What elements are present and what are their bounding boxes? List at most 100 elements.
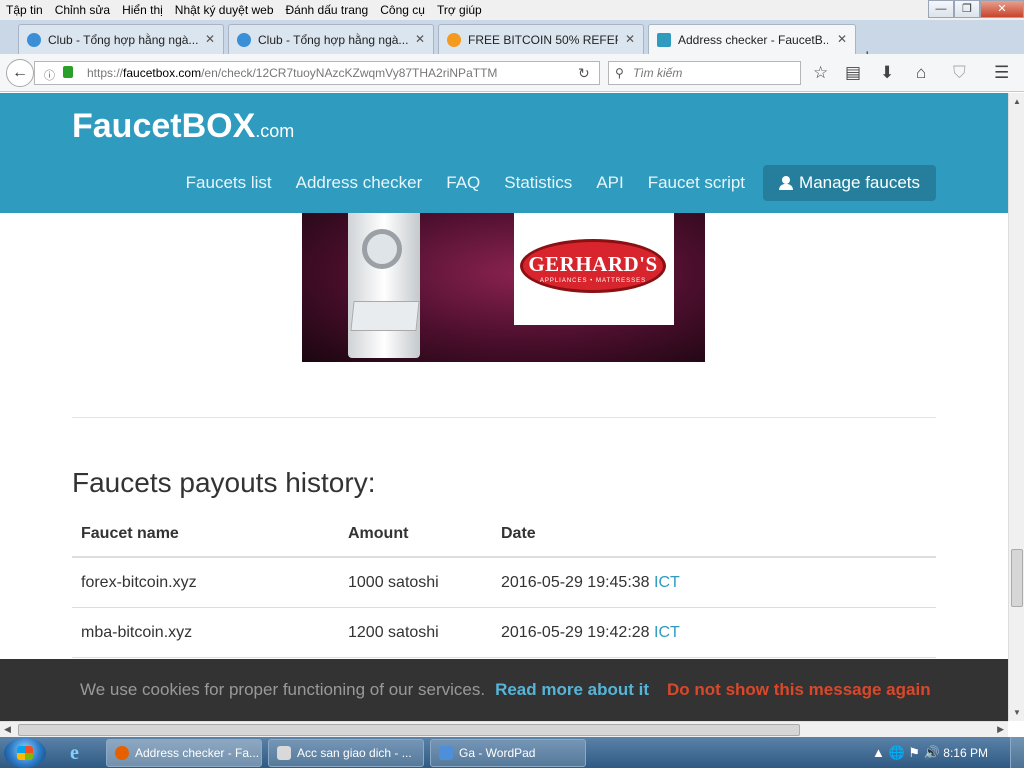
taskbar-item-firefox[interactable]: Address checker - Fa... bbox=[106, 739, 262, 767]
bitcoin-icon bbox=[447, 32, 461, 47]
web-page: FaucetBOX.com Faucets list Address check… bbox=[0, 93, 1008, 659]
shield-icon[interactable]: ⛉ bbox=[953, 63, 966, 83]
cell-date: 2016-05-29 19:45:38 ICT bbox=[501, 574, 680, 592]
vertical-scroll-thumb[interactable] bbox=[1011, 549, 1023, 607]
cookie-read-more-link[interactable]: Read more about it bbox=[495, 680, 649, 700]
ad-brand: GERHARD'S bbox=[528, 252, 658, 276]
menu-hamburger-icon[interactable]: ☰ bbox=[994, 63, 1009, 83]
taskbar-item-wordpad[interactable]: Ga - WordPad bbox=[430, 739, 586, 767]
ad-tagline: APPLIANCES • MATTRESSES bbox=[539, 278, 647, 284]
tab-label: Club - Tổng hợp hằng ngà... bbox=[258, 32, 408, 47]
table-row: mba-bitcoin.xyz 1200 satoshi 2016-05-29 … bbox=[72, 608, 936, 658]
timezone-link[interactable]: ICT bbox=[654, 624, 680, 641]
url-bar[interactable]: https://faucetbox.com/en/check/12CR7tuoy… bbox=[34, 61, 600, 85]
scroll-left-icon[interactable]: ◀ bbox=[4, 724, 11, 735]
back-icon[interactable]: ← bbox=[6, 59, 34, 87]
menu-tools[interactable]: Công cụ bbox=[380, 3, 425, 17]
cookie-message: We use cookies for proper functioning of… bbox=[80, 680, 486, 699]
nav-statistics[interactable]: Statistics bbox=[504, 173, 572, 193]
reload-icon[interactable]: ↻ bbox=[578, 65, 590, 82]
internet-explorer-icon[interactable]: e bbox=[70, 742, 79, 765]
header-amount: Amount bbox=[348, 525, 409, 542]
info-icon[interactable]: ⓘ bbox=[44, 67, 55, 83]
download-icon[interactable]: ⬇ bbox=[880, 63, 894, 83]
scroll-up-icon[interactable]: ▲ bbox=[1013, 97, 1021, 106]
tray-icons: ▲ 🌐 ⚑ 🔊 bbox=[872, 745, 940, 761]
scroll-down-icon[interactable]: ▼ bbox=[1013, 708, 1021, 717]
nav-api[interactable]: API bbox=[596, 173, 623, 193]
nav-faucet-script[interactable]: Faucet script bbox=[648, 173, 745, 193]
manage-faucets-button[interactable]: Manage faucets bbox=[763, 165, 936, 201]
nav-faq[interactable]: FAQ bbox=[446, 173, 480, 193]
cookie-dismiss-link[interactable]: Do not show this message again bbox=[667, 680, 931, 700]
close-window-button[interactable]: ✕ bbox=[980, 0, 1024, 18]
tab-address-checker[interactable]: Address checker - FaucetB... ✕ bbox=[648, 24, 856, 54]
tab-close-icon[interactable]: ✕ bbox=[415, 32, 425, 46]
tab-club-2[interactable]: Club - Tổng hợp hằng ngà... ✕ bbox=[228, 24, 434, 54]
action-center-icon[interactable]: ⚑ bbox=[908, 745, 920, 760]
minimize-button[interactable]: — bbox=[928, 0, 954, 18]
wordpad-icon bbox=[439, 746, 453, 760]
tab-free-bitcoin[interactable]: FREE BITCOIN 50% REFERR... ✕ bbox=[438, 24, 644, 54]
logo-suffix: .com bbox=[255, 121, 295, 141]
bookmark-star-icon[interactable]: ☆ bbox=[813, 63, 828, 83]
network-status-icon[interactable]: 🌐 bbox=[889, 745, 905, 760]
tab-close-icon[interactable]: ✕ bbox=[837, 32, 847, 46]
restore-button[interactable]: ❐ bbox=[954, 0, 980, 18]
table-header: Faucet name Amount Date bbox=[72, 513, 936, 558]
date-value: 2016-05-29 19:42:28 bbox=[501, 624, 650, 641]
menu-history[interactable]: Nhật ký duyệt web bbox=[175, 3, 274, 17]
cell-amount: 1200 satoshi bbox=[348, 624, 439, 641]
advertisement-banner[interactable]: GERHARD'S APPLIANCES • MATTRESSES bbox=[302, 213, 705, 362]
taskbar-item-label: Ga - WordPad bbox=[459, 746, 536, 760]
taskbar: e Address checker - Fa... Acc san giao d… bbox=[0, 737, 1024, 768]
divider bbox=[72, 417, 936, 418]
lock-icon[interactable] bbox=[63, 66, 73, 78]
system-tray: ▲ 🌐 ⚑ 🔊 8:16 PM bbox=[824, 737, 1024, 768]
notepad-icon bbox=[277, 746, 291, 760]
table-row: forex-bitcoin.xyz 1000 satoshi 2016-05-2… bbox=[72, 558, 936, 608]
search-placeholder: Tìm kiếm bbox=[633, 66, 683, 80]
tab-label: FREE BITCOIN 50% REFERR... bbox=[468, 32, 618, 47]
tab-close-icon[interactable]: ✕ bbox=[625, 32, 635, 46]
cookie-banner: We use cookies for proper functioning of… bbox=[0, 659, 1008, 721]
horizontal-scroll-thumb[interactable] bbox=[18, 724, 800, 736]
nav-address-checker[interactable]: Address checker bbox=[296, 173, 423, 193]
site-favicon-icon bbox=[237, 32, 251, 47]
vertical-scrollbar[interactable]: ▲ ▼ bbox=[1008, 93, 1024, 721]
scroll-right-icon[interactable]: ▶ bbox=[997, 724, 1004, 735]
start-button[interactable] bbox=[4, 738, 46, 768]
menu-file[interactable]: Tập tin bbox=[6, 3, 43, 17]
url-path: /en/check/12CR7tuoyNAzcKZwqmVy87THA2riNP… bbox=[201, 66, 498, 80]
search-input[interactable]: ⚲ Tìm kiếm bbox=[608, 61, 801, 85]
home-icon[interactable]: ⌂ bbox=[916, 63, 926, 83]
user-icon bbox=[779, 176, 794, 190]
show-desktop-button[interactable] bbox=[1010, 737, 1024, 768]
washer-image bbox=[348, 213, 420, 358]
url-domain: faucetbox.com bbox=[123, 66, 202, 80]
nav-faucets-list[interactable]: Faucets list bbox=[186, 173, 272, 193]
tab-label: Club - Tổng hợp hằng ngà... bbox=[48, 32, 198, 47]
menu-view[interactable]: Hiển thị bbox=[122, 3, 163, 17]
menu-help[interactable]: Trợ giúp bbox=[437, 3, 482, 17]
volume-icon[interactable]: 🔊 bbox=[924, 745, 940, 760]
tab-close-icon[interactable]: ✕ bbox=[205, 32, 215, 46]
manage-faucets-label: Manage faucets bbox=[799, 173, 920, 192]
timezone-link[interactable]: ICT bbox=[654, 574, 680, 591]
horizontal-scrollbar[interactable]: ◀ ▶ bbox=[0, 721, 1008, 737]
show-hidden-icons-icon[interactable]: ▲ bbox=[872, 745, 885, 760]
search-icon: ⚲ bbox=[615, 66, 624, 80]
faucetbox-favicon-icon bbox=[657, 32, 671, 47]
menu-edit[interactable]: Chỉnh sửa bbox=[55, 3, 110, 17]
taskbar-item-notepad[interactable]: Acc san giao dich - ... bbox=[268, 739, 424, 767]
tab-label: Address checker - FaucetB... bbox=[678, 32, 828, 47]
site-logo[interactable]: FaucetBOX.com bbox=[72, 107, 294, 146]
clock[interactable]: 8:16 PM bbox=[943, 746, 988, 760]
cell-faucet-name: mba-bitcoin.xyz bbox=[81, 624, 193, 641]
taskbar-item-label: Acc san giao dich - ... bbox=[297, 746, 412, 760]
reading-list-icon[interactable]: ▤ bbox=[845, 63, 861, 83]
header-faucet-name: Faucet name bbox=[81, 525, 179, 542]
site-nav: Faucets list Address checker FAQ Statist… bbox=[162, 165, 936, 201]
tab-club-1[interactable]: Club - Tổng hợp hằng ngà... ✕ bbox=[18, 24, 224, 54]
menu-bookmarks[interactable]: Đánh dấu trang bbox=[286, 3, 369, 17]
